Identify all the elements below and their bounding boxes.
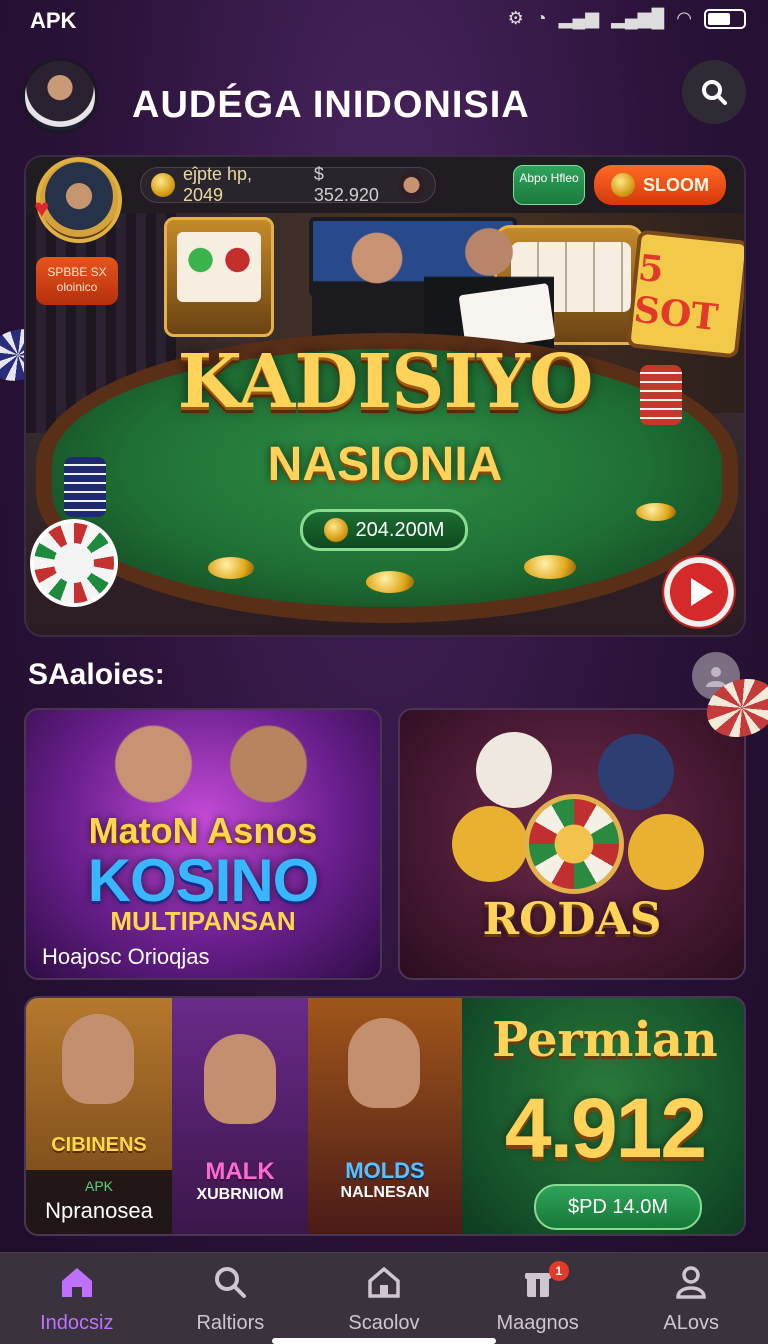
balance-pill[interactable]: eĵpte hp, 2049 $ 352.920 [140,164,436,205]
game-strip: CIBINENS APK Npranosea MALK XUBRNIOM MOL… [24,996,746,1236]
roulette-wheel [524,794,624,894]
nav-label-house: Scaolov [348,1311,420,1334]
thumb-2-banner: MALK [205,1158,275,1185]
search-icon [702,80,727,105]
nav-item-profile[interactable]: ALovs [614,1253,768,1344]
house-outline-icon [365,1263,403,1306]
thumb-caption: Npranosea [45,1198,153,1223]
jackpot-value: 204.200M [355,518,445,541]
coin-icon-3 [323,518,348,542]
search-button[interactable] [682,60,746,124]
thumb-1-banner: CIBINENS [51,1134,147,1156]
balance-value: $ 352.920 [313,164,379,205]
notification-badge: 1 [548,1261,569,1281]
game-thumb-1[interactable]: CIBINENS APK Npranosea [26,998,172,1234]
nav-label-profile: ALovs [663,1311,719,1334]
status-icons: ⚙ ◔ ▂▄▆ ▂▄▆█ ◠ [508,8,746,29]
blue-bear-mascot [598,734,674,810]
gold-coin-4 [636,503,676,521]
battery-icon [704,8,746,29]
balance-label: eĵpte hp, 2049 [183,164,253,205]
thumb-caption-box: APK Npranosea [26,1170,172,1234]
gold-coin-3 [524,555,576,579]
host-portrait-3 [348,1018,420,1108]
search-nav-icon [211,1263,249,1306]
thumb-caption-tag: APK [84,1178,113,1194]
section-title: SAaloies: [28,658,165,691]
home-icon [58,1263,96,1306]
kosino-subtitle: MULTIPANSAN [110,906,296,936]
thumb-3-sub: NALNESAN [340,1184,430,1201]
host-portrait-2 [204,1034,276,1124]
hero-banner[interactable]: 5 SOT ♥ eĵpte hp, 2049 $ 352.920 Abpo Hf… [24,155,746,637]
gold-coin-2 [366,571,414,593]
host-portrait [62,1014,134,1104]
profile-avatar[interactable] [22,58,98,134]
rodas-title: RODAS [482,894,662,945]
bottom-nav: Indocsiz Raltiors Scaolov 1 Maagnos ALov… [0,1252,768,1344]
nav-label-home: Indocsiz [40,1311,114,1334]
gold-bear-mascot [452,806,528,882]
coin-icon [151,173,175,197]
game-card-kosino[interactable]: MatoN Asnos KOSINO MULTIPANSAN Hoajosc O… [24,708,382,980]
permian-button[interactable]: $PD 14.0M [534,1184,702,1230]
gold-coin [208,557,254,579]
hero-subtitle: NASIONIA [267,438,503,491]
kosino-main-title: KOSINO [87,847,320,914]
nav-item-search[interactable]: Raltiors [154,1253,308,1344]
nav-label-gifts: Maagnos [496,1311,579,1334]
game-thumb-2[interactable]: MALK XUBRNIOM [172,998,308,1234]
mini-avatar [398,171,425,199]
promo-orange-button[interactable]: SLOOM [594,165,726,205]
hero-title: KADISIYO [177,339,594,425]
app-title: AUDÉGA INIDONISIA [132,84,530,126]
play-button[interactable] [662,555,736,629]
jackpot-pill[interactable]: 204.200M [300,509,468,551]
heart-icon: ♥ [34,193,50,223]
nav-item-home[interactable]: Indocsiz [0,1253,154,1344]
nav-item-house[interactable]: Scaolov [307,1253,461,1344]
status-bar: APK ⚙ ◔ ▂▄▆ ▂▄▆█ ◠ [0,0,768,40]
coin-icon-2 [611,173,635,197]
nav-label-search: Raltiors [196,1311,265,1334]
permian-title: Permian [492,1012,718,1068]
wifi-icon: ◠ [676,8,692,28]
settings-status-icon: ⚙ [507,8,524,28]
home-indicator[interactable] [272,1338,496,1344]
casino-chip-large [30,519,118,607]
promo-green-button[interactable]: Abpo Hfleo [513,165,585,205]
thumb-3-banner: MOLDS [345,1158,425,1183]
permian-card[interactable]: Permian 4.912 $PD 14.0M [462,998,744,1234]
signal-2-icon: ▂▄▆█ [611,8,665,28]
game-thumb-3[interactable]: MOLDS NALNESAN [308,998,462,1234]
alarm-status-icon: ◔ [535,8,547,28]
permian-value: 4.912 [504,1081,707,1175]
kosino-caption: Hoajosc Orioqjas [42,944,210,969]
thumb-2-sub: XUBRNIOM [196,1186,284,1203]
polar-bear-mascot [476,732,552,808]
gold-bear-mascot-2 [628,814,704,890]
signal-icon: ▂▄▆ [558,8,600,28]
speed-tag[interactable]: SPBBE SX oloinico [36,257,118,305]
person-icon [672,1263,710,1306]
promo-orange-label: SLOOM [643,174,709,195]
carrier-label: APK [30,8,77,33]
game-card-rodas[interactable]: RODAS [398,708,746,980]
slot-machine-left [164,217,274,337]
nav-item-gifts[interactable]: 1 Maagnos [461,1253,615,1344]
